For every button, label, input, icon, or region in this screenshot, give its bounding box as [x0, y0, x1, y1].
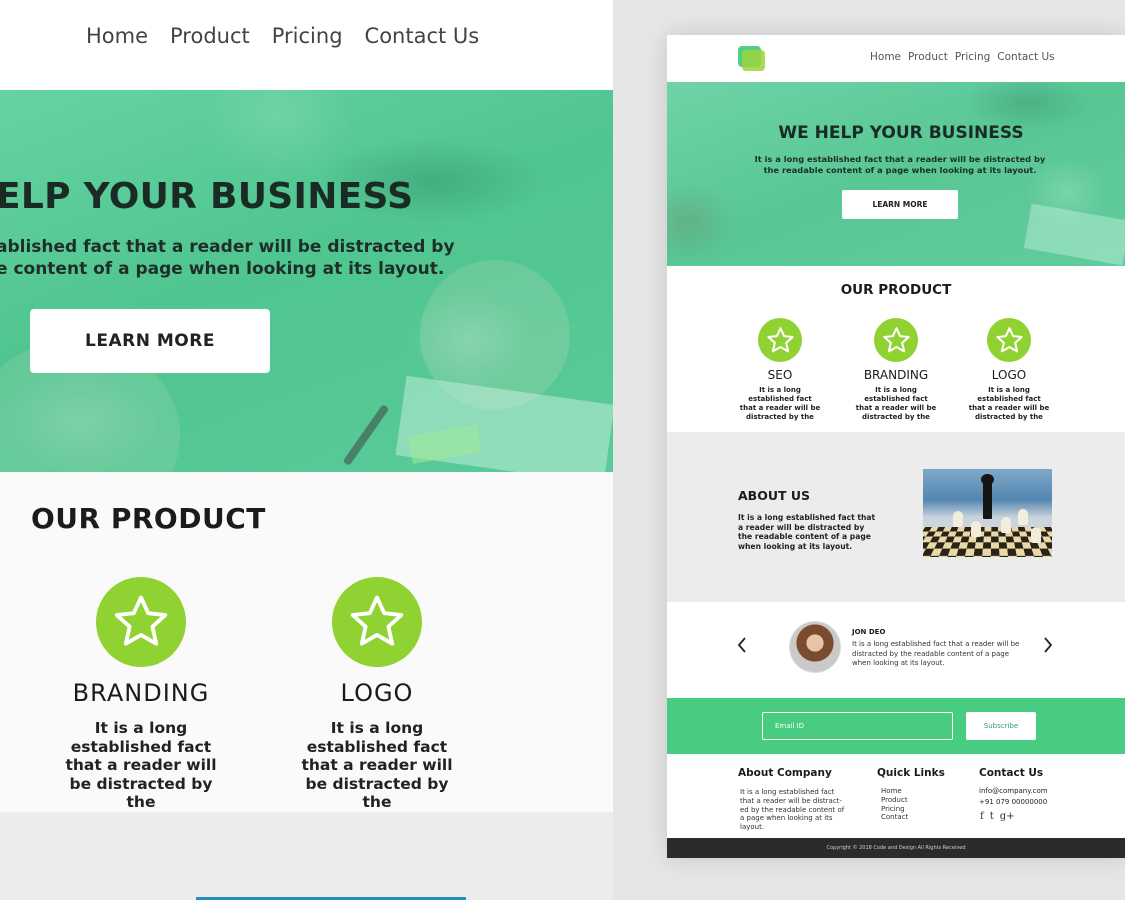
zoom-hero-title: ELP YOUR BUSINESS	[0, 176, 414, 217]
chess-pawn	[971, 521, 981, 537]
footer-contact-info: info@company.com +91 079 00000000	[979, 786, 1048, 807]
zoom-hero-subtitle-line: ablished fact that a reader will be dist…	[0, 237, 455, 257]
product-section: OUR PRODUCT SEO It is a long established…	[667, 266, 1125, 432]
testimonial-name: JON DEO	[852, 628, 886, 636]
hero-subtitle-line: It is a long established fact that a rea…	[754, 154, 1046, 164]
footer-links-title: Quick Links	[877, 767, 945, 779]
zoom-nav-product[interactable]: Product	[170, 24, 250, 48]
zoom-nav-links: Home Product Pricing Contact Us	[86, 24, 479, 48]
zoom-product-title: OUR PRODUCT	[31, 502, 266, 535]
zoom-product-section: OUR PRODUCT BRANDING It is a long establ…	[0, 472, 613, 812]
hero-subtitle: It is a long established fact that a rea…	[667, 154, 1125, 175]
about-text: It is a long established fact that a rea…	[738, 513, 876, 552]
product-item-desc: It is a long established fact that a rea…	[968, 386, 1050, 421]
social-icons: f t g+	[980, 811, 1015, 822]
testimonial-section: JON DEO It is a long established fact th…	[667, 602, 1125, 698]
zoom-navbar: Home Product Pricing Contact Us	[0, 0, 613, 90]
zoom-hero-subtitle-line: e content of a page when looking at its …	[0, 259, 445, 279]
zoom-hero-subtitle: ablished fact that a reader will be dist…	[0, 236, 455, 280]
footer-link-home[interactable]: Home	[881, 787, 908, 796]
zoom-learn-more-button[interactable]: LEARN MORE	[30, 309, 270, 373]
footer-email[interactable]: info@company.com	[979, 786, 1048, 797]
newsletter-bar: Email ID Subscribe	[667, 698, 1125, 754]
zoom-product-item-title: LOGO	[340, 679, 414, 707]
zoom-product-item-branding: BRANDING It is a long established fact t…	[21, 577, 261, 812]
hero-photo-detail	[342, 404, 390, 466]
navbar: Home Product Pricing Contact Us	[667, 35, 1125, 82]
hero-title: WE HELP YOUR BUSINESS	[778, 123, 1024, 143]
hero-photo-detail	[1023, 203, 1125, 266]
email-field[interactable]: Email ID	[762, 712, 953, 740]
learn-more-button[interactable]: LEARN MORE	[842, 190, 958, 219]
star-icon	[874, 318, 918, 362]
product-item-title: LOGO	[991, 368, 1027, 382]
zoom-product-item-desc: It is a long established fact that a rea…	[65, 719, 217, 811]
chess-pawn	[953, 511, 963, 527]
avatar	[789, 621, 841, 673]
hero-subtitle-line: the readable content of a page when look…	[763, 164, 1037, 175]
product-title: OUR PRODUCT	[840, 282, 952, 298]
zoom-product-item-logo: LOGO It is a long established fact that …	[257, 577, 497, 812]
product-item-desc: It is a long established fact that a rea…	[855, 386, 937, 421]
footer-contact-title: Contact Us	[979, 767, 1044, 779]
zoom-nav-home[interactable]: Home	[86, 24, 148, 48]
copyright-bar: Copyright © 2018 Code and Design All Rig…	[667, 838, 1125, 858]
chess-pawn	[1031, 527, 1041, 543]
zoom-nav-pricing[interactable]: Pricing	[272, 24, 343, 48]
footer-phone: +91 079 00000000	[979, 797, 1048, 806]
nav-home[interactable]: Home	[870, 51, 901, 63]
google-plus-icon[interactable]: g+	[1000, 811, 1015, 822]
testimonial-quote: It is a long established fact that a rea…	[852, 640, 1020, 667]
star-icon	[96, 577, 186, 667]
footer-link-pricing[interactable]: Pricing	[881, 805, 908, 814]
chess-king	[983, 481, 992, 519]
zoom-product-item-desc: It is a long established fact that a rea…	[301, 719, 453, 811]
product-item-branding: BRANDING It is a long established fact t…	[841, 318, 951, 422]
star-icon	[332, 577, 422, 667]
footer-about-text: It is a long established fact that a rea…	[740, 788, 845, 832]
full-page-mockup: Home Product Pricing Contact Us WE HELP …	[667, 35, 1125, 858]
facebook-icon[interactable]: f	[980, 811, 984, 822]
footer-link-contact[interactable]: Contact	[881, 813, 908, 822]
zoom-hero-banner: ELP YOUR BUSINESS ablished fact that a r…	[0, 90, 613, 472]
nav-contact[interactable]: Contact Us	[997, 51, 1054, 63]
nav-product[interactable]: Product	[908, 51, 948, 63]
brand-logo-icon[interactable]	[738, 46, 765, 71]
product-item-title: SEO	[767, 368, 793, 382]
footer-link-product[interactable]: Product	[881, 796, 908, 805]
nav-pricing[interactable]: Pricing	[955, 51, 990, 63]
star-icon	[987, 318, 1031, 362]
chevron-left-icon[interactable]	[735, 636, 749, 654]
chevron-right-icon[interactable]	[1041, 636, 1055, 654]
chess-pawn	[1018, 509, 1028, 525]
hero-banner: WE HELP YOUR BUSINESS It is a long estab…	[667, 82, 1125, 266]
product-item-title: BRANDING	[863, 368, 929, 382]
product-item-desc: It is a long established fact that a rea…	[739, 386, 821, 421]
chess-image	[923, 469, 1052, 557]
zoom-product-item-title: BRANDING	[72, 679, 210, 707]
twitter-icon[interactable]: t	[990, 811, 994, 822]
star-icon	[758, 318, 802, 362]
zoomed-page-view: Home Product Pricing Contact Us ELP YOUR…	[0, 0, 613, 900]
zoom-nav-contact[interactable]: Contact Us	[365, 24, 480, 48]
nav-links: Home Product Pricing Contact Us	[870, 51, 1055, 63]
product-item-seo: SEO It is a long established fact that a…	[725, 318, 835, 422]
about-section: ABOUT US It is a long established fact t…	[667, 432, 1125, 602]
zoom-about-section	[0, 812, 613, 900]
product-item-logo: LOGO It is a long established fact that …	[954, 318, 1064, 422]
subscribe-button[interactable]: Subscribe	[966, 712, 1036, 740]
footer-quick-links: Home Product Pricing Contact	[881, 787, 908, 822]
chess-pawn	[1001, 517, 1011, 533]
footer: About Company It is a long established f…	[667, 754, 1125, 838]
about-title: ABOUT US	[738, 488, 811, 503]
footer-about-title: About Company	[738, 767, 832, 779]
